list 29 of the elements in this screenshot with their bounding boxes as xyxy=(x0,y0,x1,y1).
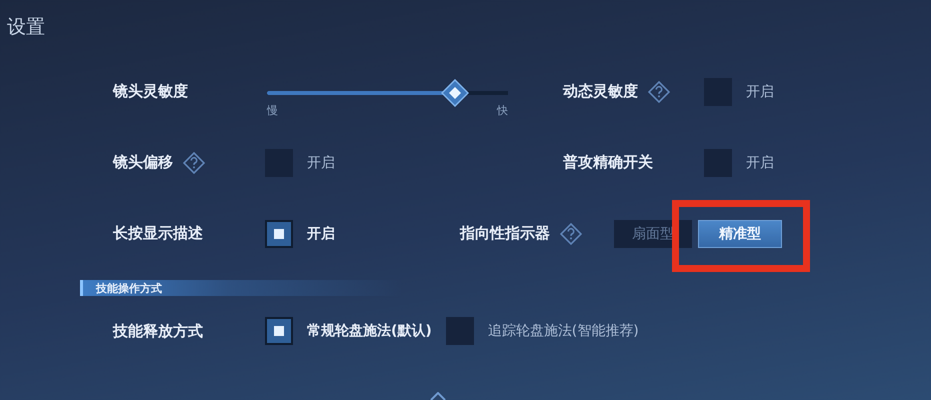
checkbox[interactable] xyxy=(265,148,293,176)
checkbox[interactable] xyxy=(265,317,293,345)
checkbox-label: 追踪轮盘施法(智能推荐) xyxy=(488,322,639,340)
setting-label: 动态灵敏度 xyxy=(563,82,638,101)
checkbox[interactable] xyxy=(446,317,474,345)
setting-label: 长按显示描述 xyxy=(113,224,203,243)
slider-thumb[interactable] xyxy=(440,79,469,107)
slider-max-label: 快 xyxy=(497,103,508,118)
checkbox-label: 常规轮盘施法(默认) xyxy=(307,322,432,340)
help-icon[interactable] xyxy=(560,222,582,244)
section-title: 技能操作方式 xyxy=(96,280,162,296)
checkbox-label: 开启 xyxy=(746,82,774,100)
chevron-up-icon[interactable] xyxy=(430,392,446,400)
setting-label: 技能释放方式 xyxy=(113,322,204,340)
setting-label: 普攻精确开关 xyxy=(563,153,653,172)
checkbox-label: 开启 xyxy=(746,154,774,172)
setting-label: 指向性指示器 xyxy=(460,224,550,243)
checkbox[interactable] xyxy=(704,148,732,176)
checkbox-label: 开启 xyxy=(307,224,335,242)
segment-button[interactable]: 精准型 xyxy=(698,220,782,248)
checkbox[interactable] xyxy=(704,78,732,106)
slider-min-label: 慢 xyxy=(267,103,278,118)
help-icon[interactable] xyxy=(183,152,205,174)
help-icon[interactable] xyxy=(648,80,670,102)
page-title: 设置 xyxy=(6,15,46,40)
setting-label: 镜头灵敏度 xyxy=(113,82,188,101)
checkbox-label: 开启 xyxy=(307,154,335,172)
checkbox[interactable] xyxy=(265,220,293,248)
setting-label: 镜头偏移 xyxy=(113,153,173,172)
